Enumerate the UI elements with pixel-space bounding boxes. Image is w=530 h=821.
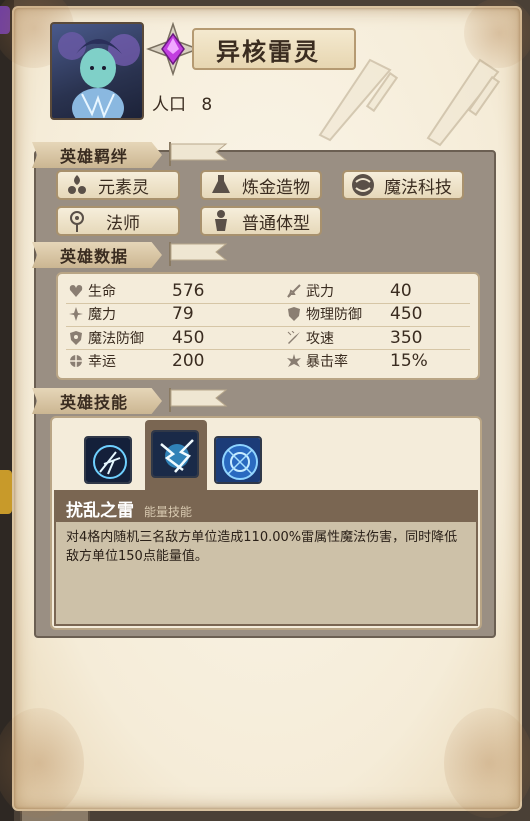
- hero-name-plate: 异核雷灵: [192, 28, 356, 70]
- skill-description: 对4格内随机三名敌方单位造成110.00%雷属性魔法伤害，同时降低敌方单位150…: [54, 522, 478, 626]
- stat-luck: 幸运: [68, 350, 116, 372]
- stat-label: 魔力: [88, 307, 116, 323]
- bond-label: 炼金造物: [242, 177, 310, 198]
- heart-icon: [68, 283, 84, 299]
- stat-value: 15%: [390, 351, 428, 371]
- stat-attack: 武力: [286, 280, 334, 302]
- section-title-stats: 英雄数据: [60, 247, 129, 266]
- stat-value: 79: [172, 304, 194, 324]
- bond-label: 元素灵: [98, 177, 149, 198]
- stat-label: 魔法防御: [88, 331, 144, 347]
- blue-rune-icon[interactable]: [214, 436, 262, 484]
- bond-alchemy-construct[interactable]: 炼金造物: [200, 170, 322, 200]
- crit-icon: [286, 353, 302, 369]
- row-divider: [66, 303, 470, 304]
- stat-label: 生命: [88, 284, 116, 300]
- stat-value: 200: [172, 351, 205, 371]
- bond-element-spirit[interactable]: 元素灵: [56, 170, 180, 200]
- stat-label: 攻速: [306, 331, 334, 347]
- magic-shield-icon: [68, 330, 84, 346]
- skill-name: 扰乱之雷: [66, 501, 134, 521]
- section-title-skills: 英雄技能: [60, 393, 129, 412]
- hero-name: 异核雷灵: [216, 37, 320, 66]
- population-value: 8: [201, 95, 213, 115]
- flag-decoration: [169, 388, 228, 412]
- stat-label: 物理防御: [306, 307, 362, 323]
- lightning-burst-icon[interactable]: [151, 430, 199, 478]
- stat-mana: 魔力: [68, 303, 116, 325]
- normal-body-icon: [206, 208, 236, 234]
- sword-icon: [286, 283, 302, 299]
- bond-label: 魔法科技: [384, 177, 452, 198]
- hero-portrait: [50, 22, 144, 120]
- bond-normal-body[interactable]: 普通体型: [200, 206, 322, 236]
- lightning-orb-icon[interactable]: [84, 436, 132, 484]
- stat-magic-defense: 魔法防御: [68, 327, 144, 349]
- skill-description-header: 扰乱之雷 能量技能: [54, 490, 478, 522]
- stat-value: 576: [172, 281, 205, 301]
- shield-icon: [286, 306, 302, 322]
- stat-label: 暴击率: [306, 354, 348, 370]
- skill-type: 能量技能: [144, 505, 193, 519]
- stat-crit-rate: 暴击率: [286, 350, 348, 372]
- section-tab-skills: 英雄技能: [32, 388, 162, 414]
- row-divider: [66, 326, 470, 327]
- stat-value: 450: [172, 328, 205, 348]
- stat-attack-speed: 攻速: [286, 327, 334, 349]
- clover-icon: [68, 353, 84, 369]
- element-spirit-icon: [62, 172, 92, 198]
- stat-physical-defense: 物理防御: [286, 303, 362, 325]
- speed-icon: [286, 330, 302, 346]
- left-gold-tab[interactable]: [0, 470, 12, 514]
- section-tab-stats: 英雄数据: [32, 242, 162, 268]
- bond-mage[interactable]: 法师: [56, 206, 180, 236]
- sparkle-icon: [68, 306, 84, 322]
- flag-decoration: [169, 142, 228, 166]
- stat-value: 450: [390, 304, 423, 324]
- mage-icon: [62, 208, 92, 234]
- row-divider: [66, 349, 470, 350]
- bond-magitech[interactable]: 魔法科技: [342, 170, 464, 200]
- bond-label: 普通体型: [242, 213, 310, 234]
- population-label: 人口: [152, 95, 186, 115]
- stat-label: 武力: [306, 284, 334, 300]
- flag-decoration: [169, 242, 228, 266]
- bond-label: 法师: [106, 213, 140, 234]
- stat-value: 350: [390, 328, 423, 348]
- alchemy-flask-icon: [206, 172, 236, 198]
- magitech-icon: [348, 172, 378, 198]
- stat-label: 幸运: [88, 354, 116, 370]
- stat-hp: 生命: [68, 280, 116, 302]
- hero-population: 人口 8: [152, 90, 222, 115]
- stat-value: 40: [390, 281, 412, 301]
